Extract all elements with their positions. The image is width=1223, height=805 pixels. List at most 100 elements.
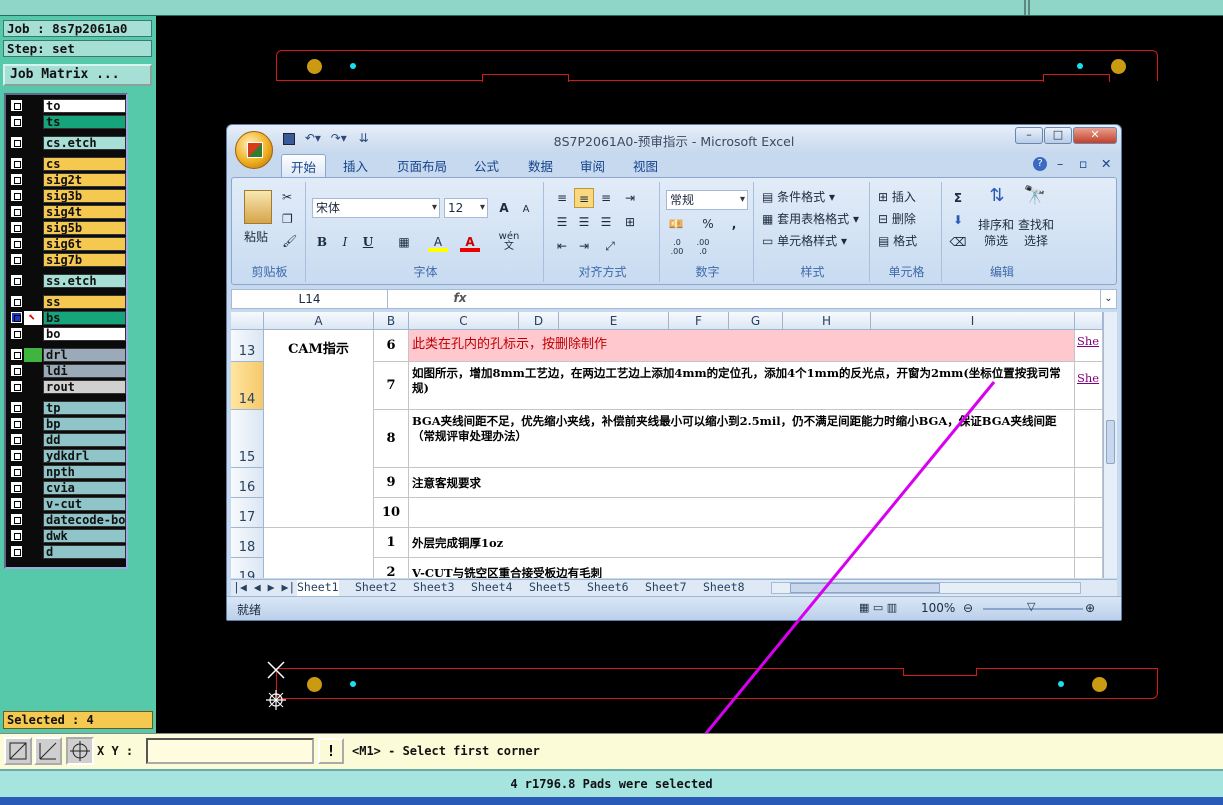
fiducial-pad[interactable] (307, 677, 322, 692)
format-painter-icon[interactable]: 🖌 (282, 234, 297, 248)
cut-icon[interactable]: ✂ (282, 190, 292, 204)
layer-checkbox[interactable] (11, 514, 22, 525)
select-all-corner[interactable] (231, 312, 264, 330)
layer-row[interactable]: bo (8, 327, 126, 341)
align-right-icon[interactable]: ☰ (596, 212, 616, 232)
fill-color-button[interactable]: A (428, 232, 448, 252)
cell-instruction[interactable]: 此类在孔内的孔标示，按删除制作 (409, 330, 1075, 362)
sheet-tab[interactable]: Sheet3 (413, 580, 455, 596)
layer-name[interactable]: sig2t (43, 173, 126, 187)
row-header[interactable]: 13 (231, 330, 264, 362)
format-cells-button[interactable]: ▤ 格式 (878, 232, 917, 249)
office-button[interactable] (235, 131, 273, 169)
xy-coordinate-input[interactable] (146, 738, 314, 764)
layer-checkbox[interactable] (11, 116, 22, 127)
conditional-format-button[interactable]: ▤ 条件格式 ▾ (762, 188, 835, 205)
layer-name[interactable]: cs (43, 157, 126, 171)
cell-instruction[interactable]: BGA夹线间距不足，优先缩小夹线，补偿前夹线最小可以缩小到2.5mil，仍不满足… (409, 410, 1075, 468)
layer-row[interactable]: sig5b (8, 221, 126, 235)
cell-sheet-link[interactable] (1075, 528, 1103, 558)
layer-checkbox[interactable] (11, 402, 22, 413)
layer-name[interactable]: ldi (43, 364, 126, 378)
layer-checkbox[interactable] (11, 137, 22, 148)
name-box[interactable]: L14 (232, 290, 388, 308)
tab-review[interactable]: 审阅 (580, 156, 605, 175)
sheet-tab[interactable]: Sheet8 (703, 580, 745, 596)
col-header-next[interactable] (1075, 312, 1103, 330)
delete-cells-button[interactable]: ⊟ 删除 (878, 210, 916, 227)
find-select-label-1[interactable]: 查找和 (1018, 216, 1054, 233)
find-select-label-2[interactable]: 选择 (1024, 232, 1048, 249)
layer-name[interactable]: datecode-bo (43, 513, 126, 527)
layer-row[interactable]: tp (8, 401, 126, 415)
layer-row[interactable]: ⬉ bs (8, 310, 126, 325)
formula-input[interactable] (478, 290, 1098, 308)
cell-sheet-link[interactable] (1075, 468, 1103, 498)
layer-checkbox[interactable] (11, 328, 22, 339)
layer-row[interactable]: datecode-bo (8, 513, 126, 527)
layer-checkbox[interactable] (11, 530, 22, 541)
cell-b[interactable]: 1 (374, 528, 409, 558)
ribbon-minimize-icon[interactable]: – (1057, 156, 1063, 171)
col-header-F[interactable]: F (669, 312, 729, 330)
cell-sheet-link[interactable]: She (1075, 362, 1103, 410)
layer-checkbox[interactable] (11, 222, 22, 233)
cell-sheet-link[interactable] (1075, 410, 1103, 468)
layer-checkbox[interactable] (11, 100, 22, 111)
layer-name[interactable]: ss.etch (43, 274, 126, 288)
decrease-indent-icon[interactable]: ⇤ (552, 236, 572, 256)
paste-button[interactable]: 粘贴 (244, 228, 268, 245)
bold-button[interactable]: B (312, 232, 332, 252)
layer-name[interactable]: rout (43, 380, 126, 394)
cell-instruction[interactable]: 注意客规要求 (409, 468, 1075, 498)
layer-name[interactable]: sig5b (43, 221, 126, 235)
layer-row[interactable]: ss (8, 295, 126, 309)
tab-page-layout[interactable]: 页面布局 (397, 156, 447, 175)
layer-name[interactable]: cvia (43, 481, 126, 495)
layer-row[interactable]: cs (8, 157, 126, 171)
layer-row[interactable]: sig3b (8, 189, 126, 203)
layer-name[interactable]: cs.etch (43, 136, 126, 150)
tab-data[interactable]: 数据 (528, 156, 553, 175)
cell-a-cam-instructions[interactable]: CAM指示 (264, 330, 374, 528)
col-header-D[interactable]: D (519, 312, 559, 330)
layer-row[interactable]: v-cut (8, 497, 126, 511)
borders-icon[interactable]: ▦ (394, 232, 414, 252)
layer-checkbox[interactable] (11, 190, 22, 201)
layer-checkbox[interactable] (11, 434, 22, 445)
layer-row[interactable]: ldi (8, 364, 126, 378)
font-size-combo[interactable]: 12 (444, 198, 488, 218)
layer-row[interactable]: cs.etch (8, 136, 126, 150)
row-header[interactable]: 19 (231, 558, 264, 578)
layer-checkbox[interactable] (11, 365, 22, 376)
row-header[interactable]: 17 (231, 498, 264, 528)
help-icon[interactable]: ? (1033, 157, 1047, 171)
underline-button[interactable]: U (358, 232, 378, 252)
layer-name[interactable]: bp (43, 417, 126, 431)
cell-b[interactable]: 6 (374, 330, 409, 362)
align-top-icon[interactable]: ≡ (552, 188, 572, 208)
layer-checkbox[interactable] (11, 275, 22, 286)
layer-checkbox[interactable] (11, 498, 22, 509)
align-bottom-icon[interactable]: ≡ (596, 188, 616, 208)
col-header-E[interactable]: E (559, 312, 669, 330)
sheet-tab[interactable]: Sheet4 (471, 580, 513, 596)
col-header-C[interactable]: C (409, 312, 519, 330)
view-mode-icons[interactable]: ▦ ▭ ▥ (859, 601, 897, 614)
layer-checkbox[interactable] (11, 206, 22, 217)
maximize-button[interactable]: □ (1044, 127, 1072, 144)
measure-button[interactable] (34, 737, 62, 765)
tab-insert[interactable]: 插入 (343, 156, 368, 175)
layer-name[interactable]: ts (43, 115, 126, 129)
horizontal-scroll-thumb[interactable] (790, 583, 940, 593)
zoom-level[interactable]: 100% (921, 601, 955, 615)
col-header-I[interactable]: I (871, 312, 1075, 330)
horizontal-scrollbar[interactable] (771, 582, 1081, 594)
col-header-B[interactable]: B (374, 312, 409, 330)
row-header[interactable]: 15 (231, 410, 264, 468)
layer-row[interactable]: to (8, 99, 126, 113)
autosum-button[interactable]: Σ (948, 188, 968, 208)
zoom-window-button[interactable] (4, 737, 32, 765)
cell-b[interactable]: 9 (374, 468, 409, 498)
layer-row[interactable]: cvia (8, 481, 126, 495)
